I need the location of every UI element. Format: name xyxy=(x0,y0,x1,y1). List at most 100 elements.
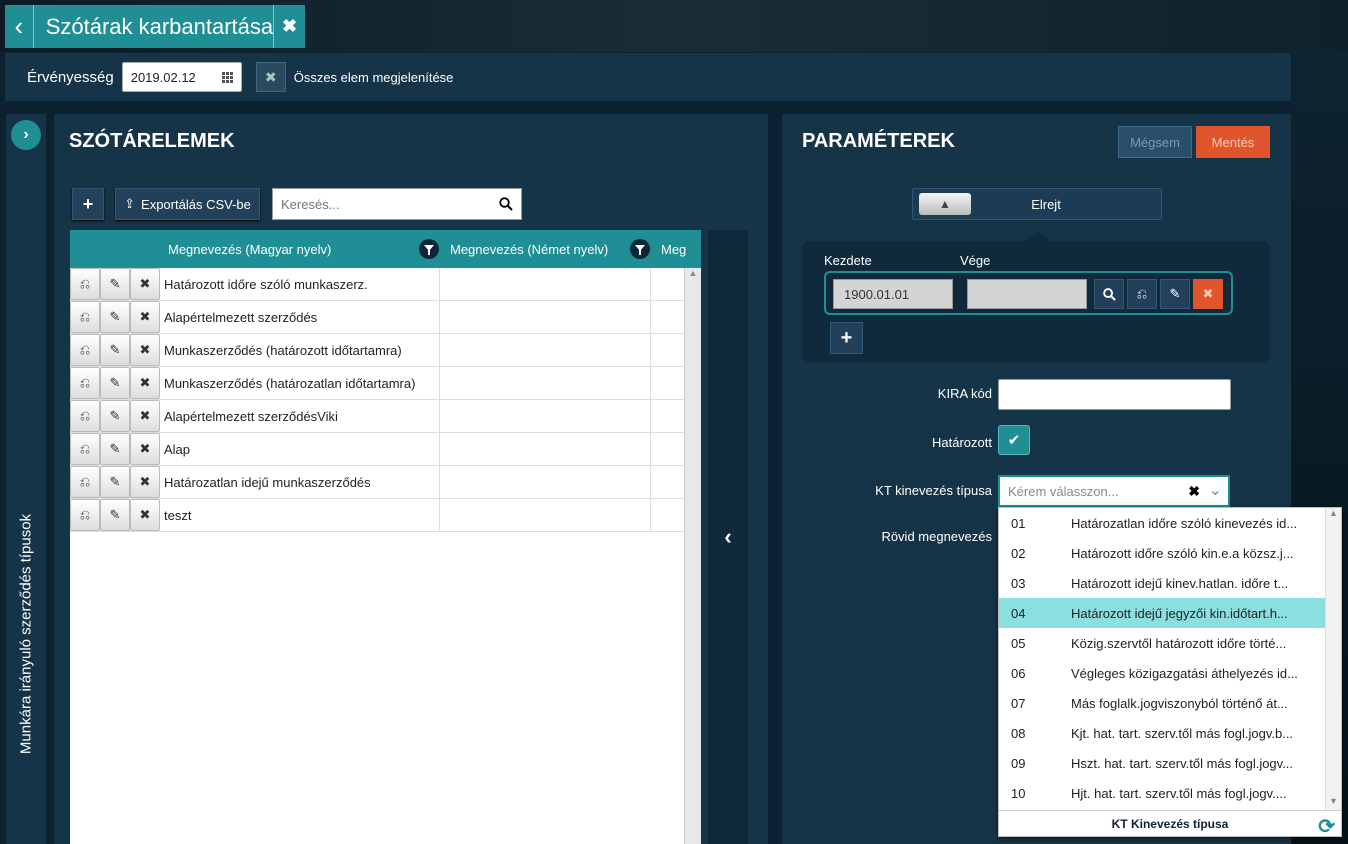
edit-pencil-icon[interactable]: ✎ xyxy=(100,301,130,333)
table-row[interactable]: ⎌ ✎ ✖ Munkaszerződés (határozatlan időtarta… xyxy=(70,367,684,400)
grid-scrollbar[interactable]: ▲ xyxy=(684,268,701,844)
column-header-third[interactable]: Meg xyxy=(661,230,686,268)
dropdown-option[interactable]: 02 Határozott időre szóló kin.e.a közsz.j… xyxy=(999,538,1325,568)
dropdown-option[interactable]: 09 Hszt. hat. tart. szerv.től más fogl.jo… xyxy=(999,748,1325,778)
table-row[interactable]: ⎌ ✎ ✖ Alap xyxy=(70,433,684,466)
kt-type-select[interactable]: Kérem válasszon... ✖ ⌄ xyxy=(998,475,1230,507)
column-header-german[interactable]: Megnevezés (Német nyelv) xyxy=(450,230,608,268)
chevron-up-icon[interactable]: ▲ xyxy=(919,193,971,215)
unlock-icon[interactable]: ⎌ xyxy=(70,367,100,399)
delete-icon[interactable]: ✖ xyxy=(130,466,160,498)
delete-icon[interactable]: ✖ xyxy=(130,367,160,399)
delete-icon[interactable]: ✖ xyxy=(1193,279,1223,309)
dropdown-option[interactable]: 10 Hjt. hat. tart. szerv.től más fogl.jog… xyxy=(999,778,1325,808)
search-icon[interactable] xyxy=(499,197,513,211)
delete-icon[interactable]: ✖ xyxy=(130,433,160,465)
dropdown-option[interactable]: 06 Végleges közigazgatási áthelyezés id..… xyxy=(999,658,1325,688)
unlock-icon[interactable]: ⎌ xyxy=(1127,279,1157,309)
edit-pencil-icon[interactable]: ✎ xyxy=(100,367,130,399)
table-row[interactable]: ⎌ ✎ ✖ Határozott időre szóló munkaszerz. xyxy=(70,268,684,301)
edit-pencil-icon[interactable]: ✎ xyxy=(1160,279,1190,309)
chevron-down-icon[interactable]: ⌄ xyxy=(1209,480,1222,500)
validity-date-input[interactable]: 2019.02.12 xyxy=(121,62,242,92)
unlock-icon[interactable]: ⎌ xyxy=(70,268,100,300)
dropdown-option[interactable]: 04 Határozott idejű jegyzői kin.időtart.h… xyxy=(999,598,1325,628)
unlock-icon[interactable]: ⎌ xyxy=(70,433,100,465)
dropdown-option[interactable]: 08 Kjt. hat. tart. szerv.től más fogl.jog… xyxy=(999,718,1325,748)
add-period-button[interactable]: + xyxy=(830,322,863,354)
dictionary-items-title: SZÓTÁRELEMEK xyxy=(69,130,235,152)
filter-bar: Érvényesség 2019.02.12 ✖ Összes elem meg… xyxy=(5,53,1291,101)
edit-pencil-icon[interactable]: ✎ xyxy=(100,400,130,432)
row-name-hungarian[interactable]: Munkaszerződés (határozott időtartamra) xyxy=(160,334,440,366)
row-name-german[interactable] xyxy=(440,499,651,531)
dropdown-option[interactable]: 07 Más foglalk.jogviszonyból történő át..… xyxy=(999,688,1325,718)
unlock-icon[interactable]: ⎌ xyxy=(70,499,100,531)
row-name-hungarian[interactable]: Alap xyxy=(160,433,440,465)
delete-icon[interactable]: ✖ xyxy=(130,400,160,432)
calendar-icon[interactable] xyxy=(221,71,233,83)
row-name-hungarian[interactable]: teszt xyxy=(160,499,440,531)
row-name-german[interactable] xyxy=(440,301,651,333)
close-icon[interactable]: ✖ xyxy=(273,5,305,48)
unlock-icon[interactable]: ⎌ xyxy=(70,466,100,498)
back-icon[interactable]: ‹ xyxy=(5,5,34,48)
table-row[interactable]: ⎌ ✎ ✖ Alapértelmezett szerződésViki xyxy=(70,400,684,433)
row-name-hungarian[interactable]: Alapértelmezett szerződés xyxy=(160,301,440,333)
dropdown-option[interactable]: 05 Közig.szervtől határozott időre törté.… xyxy=(999,628,1325,658)
row-name-hungarian[interactable]: Munkaszerződés (határozatlan időtartamra… xyxy=(160,367,440,399)
table-row[interactable]: ⎌ ✎ ✖ Határozatlan idejű munkaszerződés xyxy=(70,466,684,499)
table-row[interactable]: ⎌ ✎ ✖ Munkaszerződés (határozott időtartamr… xyxy=(70,334,684,367)
search-input[interactable] xyxy=(281,196,481,212)
edit-pencil-icon[interactable]: ✎ xyxy=(100,334,130,366)
dropdown-option[interactable]: 01 Határozatlan időre szóló kinevezés id.… xyxy=(999,508,1325,538)
row-name-german[interactable] xyxy=(440,400,651,432)
start-date-field[interactable]: 1900.01.01 xyxy=(833,279,953,309)
delete-icon[interactable]: ✖ xyxy=(130,268,160,300)
scroll-up-icon[interactable]: ▲ xyxy=(685,268,701,282)
table-row[interactable]: ⎌ ✎ ✖ teszt xyxy=(70,499,684,532)
save-button[interactable]: Mentés xyxy=(1196,126,1270,158)
column-header-hungarian[interactable]: Megnevezés (Magyar nyelv) xyxy=(168,230,331,268)
hide-toggle-bar[interactable]: ▲ Elrejt xyxy=(912,188,1162,220)
clear-icon[interactable]: ✖ xyxy=(1188,483,1200,500)
add-item-button[interactable]: + xyxy=(72,188,104,220)
row-name-hungarian[interactable]: Határozott időre szóló munkaszerz. xyxy=(160,268,440,300)
filter-icon[interactable] xyxy=(419,239,439,259)
scroll-up-icon[interactable]: ▲ xyxy=(1326,508,1341,522)
kira-code-input[interactable] xyxy=(998,379,1231,410)
cancel-button[interactable]: Mégsem xyxy=(1118,126,1192,158)
collapse-panel-button[interactable]: ‹ xyxy=(708,230,748,844)
row-name-german[interactable] xyxy=(440,367,651,399)
row-name-german[interactable] xyxy=(440,433,651,465)
row-name-german[interactable] xyxy=(440,334,651,366)
end-date-field[interactable] xyxy=(967,279,1087,309)
edit-pencil-icon[interactable]: ✎ xyxy=(100,466,130,498)
show-all-checkbox[interactable]: ✖ xyxy=(255,62,286,92)
filter-icon[interactable] xyxy=(630,239,650,259)
dropdown-scrollbar[interactable]: ▲ ▼ xyxy=(1325,508,1341,810)
unlock-icon[interactable]: ⎌ xyxy=(70,301,100,333)
edit-pencil-icon[interactable]: ✎ xyxy=(100,268,130,300)
side-tab-label[interactable]: Munkára irányuló szerződés típusok xyxy=(18,514,35,754)
unlock-icon[interactable]: ⎌ xyxy=(70,334,100,366)
edit-pencil-icon[interactable]: ✎ xyxy=(100,499,130,531)
search-icon[interactable] xyxy=(1094,279,1124,309)
validity-period-box: Kezdete Vége 1900.01.01 ⎌ ✎ ✖ + xyxy=(802,241,1270,363)
row-name-hungarian[interactable]: Alapértelmezett szerződésViki xyxy=(160,400,440,432)
edit-pencil-icon[interactable]: ✎ xyxy=(100,433,130,465)
unlock-icon[interactable]: ⎌ xyxy=(70,400,100,432)
row-name-german[interactable] xyxy=(440,466,651,498)
export-csv-button[interactable]: ⇪ Exportálás CSV-be xyxy=(115,188,260,220)
delete-icon[interactable]: ✖ xyxy=(130,334,160,366)
delete-icon[interactable]: ✖ xyxy=(130,499,160,531)
refresh-icon[interactable]: ⟳ xyxy=(1318,814,1335,839)
fixed-term-checkbox[interactable]: ✔ xyxy=(998,425,1030,455)
row-name-german[interactable] xyxy=(440,268,651,300)
expand-chevron-icon[interactable]: › xyxy=(11,120,41,150)
delete-icon[interactable]: ✖ xyxy=(130,301,160,333)
row-name-hungarian[interactable]: Határozatlan idejű munkaszerződés xyxy=(160,466,440,498)
scroll-down-icon[interactable]: ▼ xyxy=(1326,796,1341,810)
dropdown-option[interactable]: 03 Határozott idejű kinev.hatlan. időre t… xyxy=(999,568,1325,598)
table-row[interactable]: ⎌ ✎ ✖ Alapértelmezett szerződés xyxy=(70,301,684,334)
